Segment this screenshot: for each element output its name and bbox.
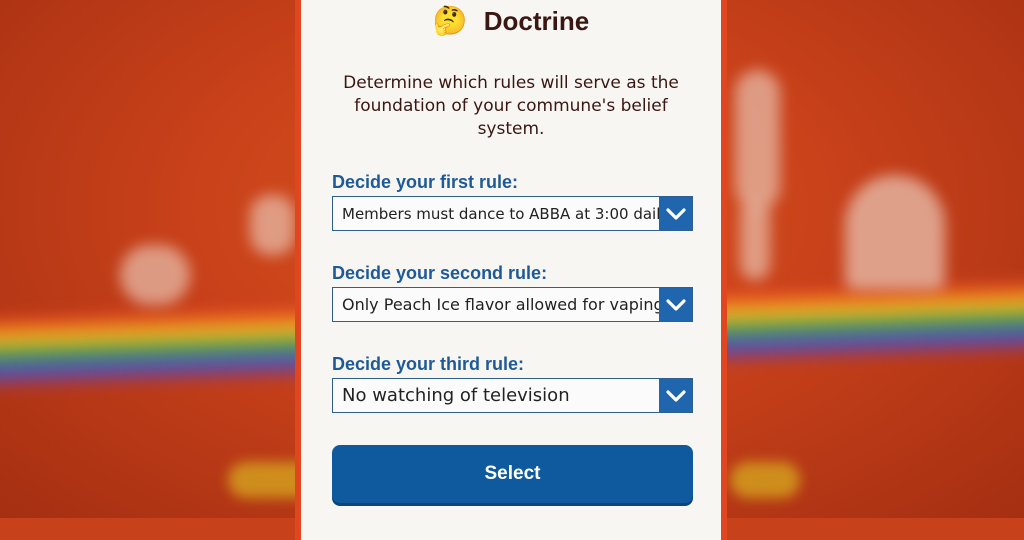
rule-2-dropdown[interactable]: Only Peach Ice flavor allowed for vaping <box>332 287 693 322</box>
thinking-face-icon: 🤔 <box>432 4 468 37</box>
chevron-down-icon[interactable] <box>659 197 692 230</box>
background-yellow-text-right <box>730 462 800 498</box>
rule-1-selected-value: Members must dance to ABBA at 3:00 daily <box>342 204 659 223</box>
rule-3-selected-value: No watching of television <box>342 385 570 406</box>
select-button-label: Select <box>484 463 541 484</box>
rule-3-label: Decide your third rule: <box>332 354 525 374</box>
rule-2-selected-value: Only Peach Ice flavor allowed for vaping <box>342 295 659 314</box>
rule-2-label: Decide your second rule: <box>332 263 548 283</box>
dialog-intro-text: Determine which rules will serve as the … <box>343 73 679 139</box>
chevron-down-icon[interactable] <box>659 379 692 412</box>
background-tombstone <box>845 175 945 290</box>
background-child-figure <box>250 195 295 255</box>
dialog-title: Doctrine <box>483 5 590 36</box>
background-elder-figure <box>735 70 780 210</box>
chevron-down-icon[interactable] <box>659 288 692 321</box>
dialog-header: 🤔 Doctrine <box>301 4 721 38</box>
rule-3-dropdown[interactable]: No watching of television <box>332 378 693 413</box>
background-baby-figure <box>120 245 190 305</box>
select-button[interactable]: Select <box>332 445 693 503</box>
background-cane <box>740 200 770 280</box>
rule-1-label: Decide your first rule: <box>332 172 519 192</box>
rule-1-dropdown[interactable]: Members must dance to ABBA at 3:00 daily <box>332 196 693 231</box>
